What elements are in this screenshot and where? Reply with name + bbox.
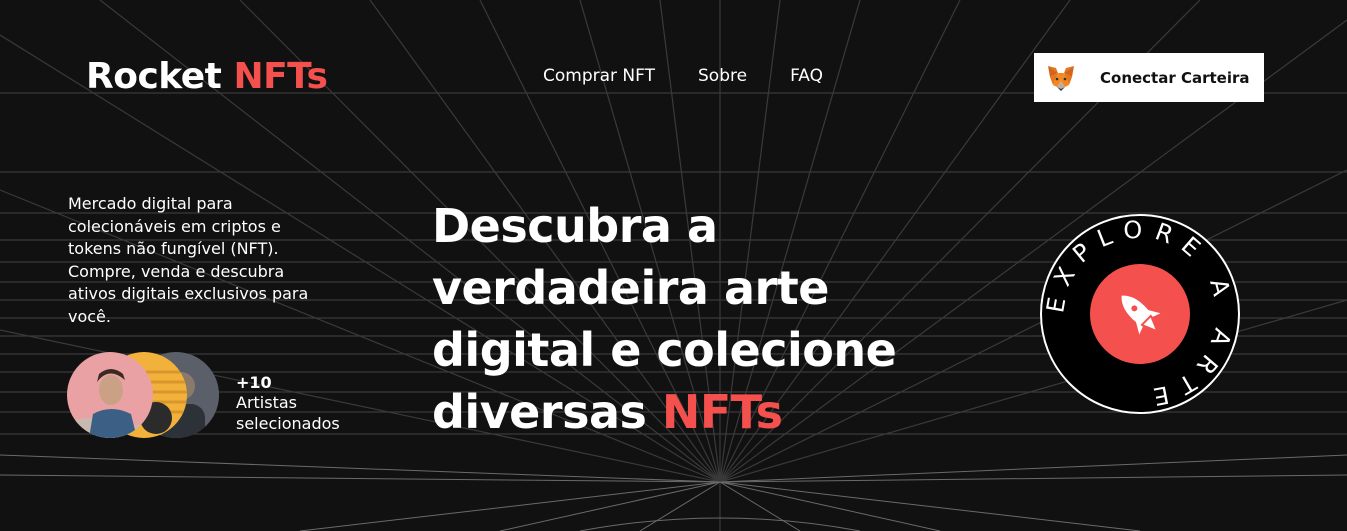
- hero-headline-accent: NFTs: [661, 385, 783, 439]
- main-nav: Comprar NFT Sobre FAQ: [543, 66, 823, 86]
- artists-counter: +10 Artistas selecionados: [236, 374, 366, 434]
- metamask-fox-icon: [1048, 65, 1074, 91]
- nav-link-sobre[interactable]: Sobre: [698, 66, 747, 86]
- landing-page: Rocket NFTs Comprar NFT Sobre FAQ Conect…: [0, 0, 1347, 531]
- brand-name: Rocket: [86, 56, 222, 97]
- explore-art-badge[interactable]: EXPLORE A ARTE: [1040, 214, 1240, 414]
- brand-name-accent: NFTs: [233, 56, 328, 97]
- connect-wallet-label: Conectar Carteira: [1100, 68, 1250, 87]
- intro-description: Mercado digital para colecionáveis em cr…: [68, 194, 309, 326]
- hero-headline: Descubra a verdadeira arte digital e col…: [432, 195, 952, 443]
- artists-label: Artistas selecionados: [236, 393, 340, 433]
- avatar-image: [67, 352, 153, 438]
- avatar[interactable]: [67, 352, 153, 438]
- artists-count: +10: [236, 373, 272, 392]
- connect-wallet-button[interactable]: Conectar Carteira: [1034, 53, 1264, 102]
- nav-link-faq[interactable]: FAQ: [790, 66, 823, 86]
- artist-avatar-stack: [67, 352, 237, 438]
- brand-logo[interactable]: Rocket NFTs: [86, 56, 328, 97]
- nav-link-comprar-nft[interactable]: Comprar NFT: [543, 66, 655, 86]
